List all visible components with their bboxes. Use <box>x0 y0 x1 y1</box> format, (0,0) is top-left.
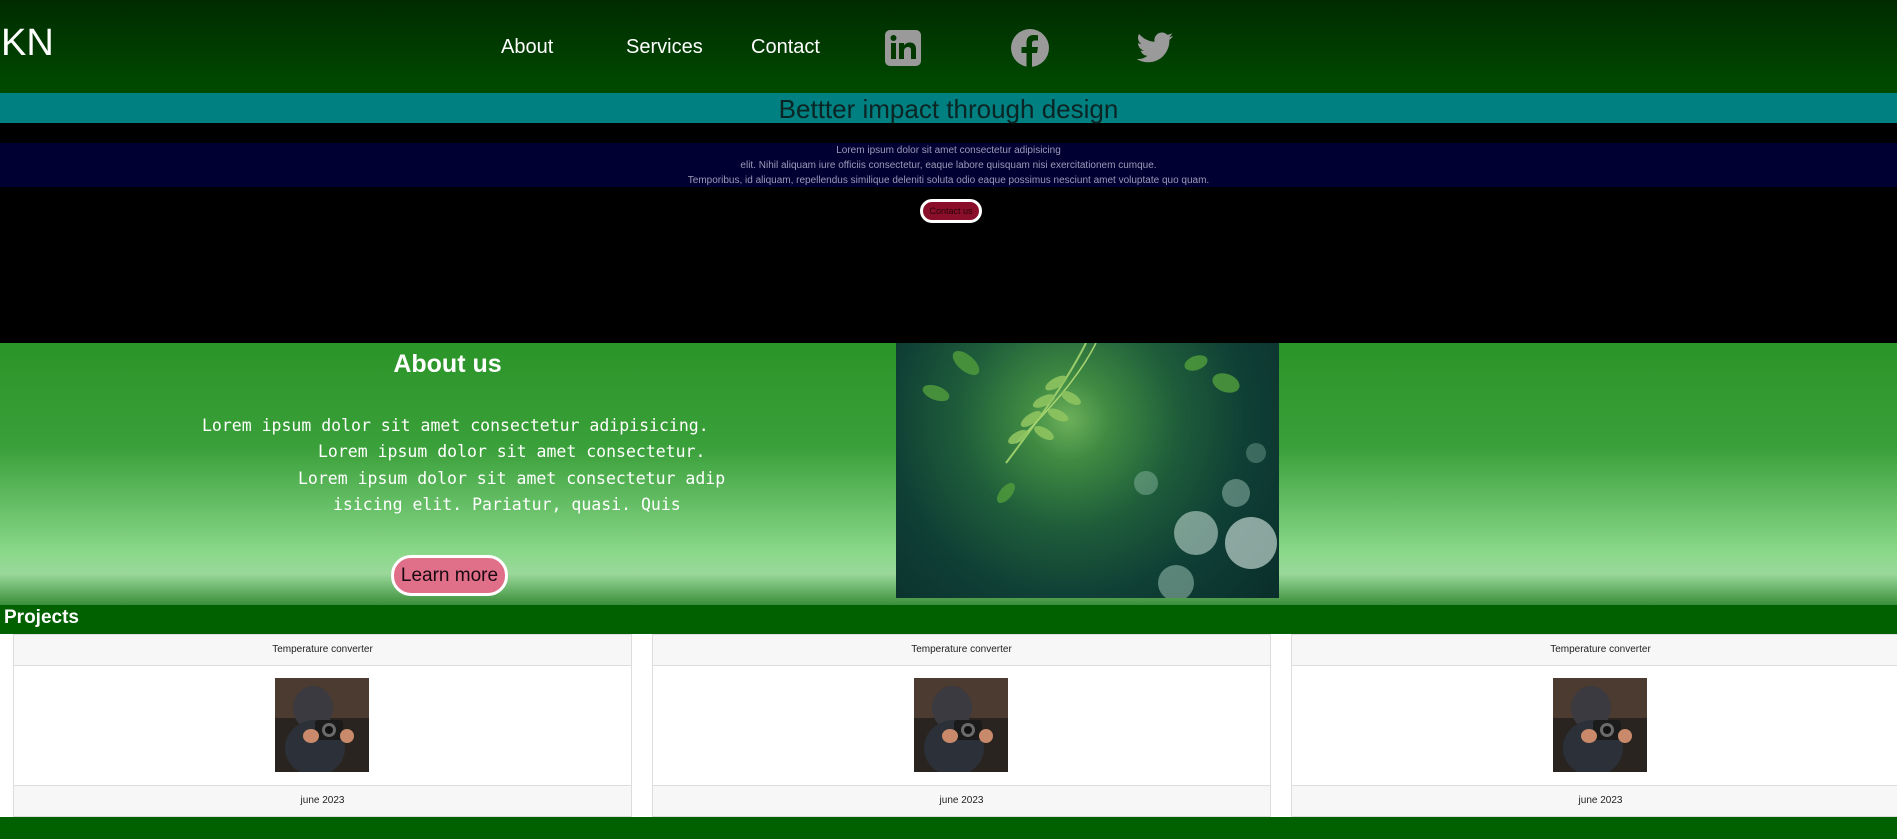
project-card-image <box>914 678 1008 772</box>
leaves-illustration <box>922 343 1277 598</box>
project-card-date: june 2023 <box>653 785 1270 816</box>
camera-person-photo <box>914 678 1008 772</box>
camera-person-photo <box>1553 678 1647 772</box>
camera-person-photo <box>275 678 369 772</box>
about-text-line-2: Lorem ipsum dolor sit amet consectetur. <box>318 442 706 461</box>
nav-link-services[interactable]: Services <box>626 36 703 59</box>
contact-us-button[interactable]: Contact us <box>920 199 982 223</box>
top-navbar: KN About Services Contact <box>0 0 1897 93</box>
hero-text-line-3: Temporibus, id aliquam, repellendus simi… <box>687 175 1210 186</box>
linkedin-icon[interactable] <box>883 28 923 68</box>
projects-title: Projects <box>4 607 79 628</box>
nav-link-contact[interactable]: Contact <box>751 36 820 59</box>
about-text-line-1: Lorem ipsum dolor sit amet consectetur a… <box>202 416 709 435</box>
project-card-title: Temperature converter <box>1292 635 1897 666</box>
about-text-line-3: Lorem ipsum dolor sit amet consectetur a… <box>298 469 726 488</box>
project-card-title: Temperature converter <box>653 635 1270 666</box>
hero-title: Bettter impact through design <box>778 94 1119 124</box>
nav-link-about[interactable]: About <box>501 36 553 59</box>
project-card-date: june 2023 <box>14 785 631 816</box>
project-card-title: Temperature converter <box>14 635 631 666</box>
facebook-icon[interactable] <box>1010 28 1050 68</box>
project-card[interactable]: Temperature converter june 2023 <box>652 634 1271 817</box>
project-card-date: june 2023 <box>1292 785 1897 816</box>
about-text-line-4: isicing elit. Pariatur, quasi. Quis <box>333 495 681 514</box>
project-card[interactable]: Temperature converter june 2023 <box>13 634 632 817</box>
project-card[interactable]: Temperature converter june 2023 <box>1291 634 1897 817</box>
site-logo[interactable]: KN <box>1 22 54 65</box>
leaves-image <box>896 343 1279 598</box>
project-card-image <box>1553 678 1647 772</box>
hero-text-line-2: elit. Nihil aliquam iure officiis consec… <box>740 160 1157 171</box>
about-title: About us <box>393 350 502 378</box>
hero-text-line-1: Lorem ipsum dolor sit amet consectetur a… <box>836 145 1061 156</box>
project-card-image <box>275 678 369 772</box>
twitter-icon[interactable] <box>1135 28 1175 68</box>
learn-more-button[interactable]: Learn more <box>391 555 508 596</box>
